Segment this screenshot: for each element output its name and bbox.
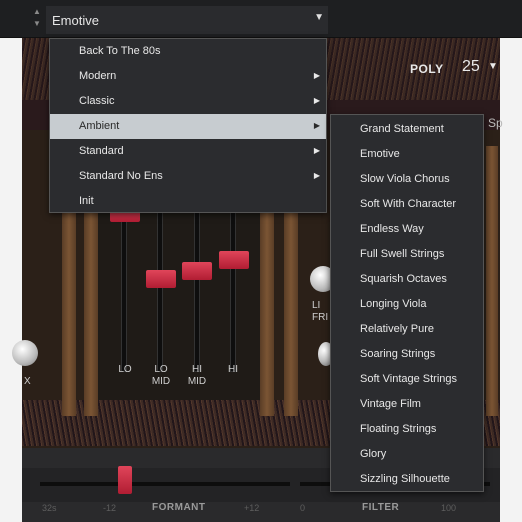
submenu-item[interactable]: Soaring Strings <box>331 341 483 366</box>
submenu-item-label: Glory <box>360 448 387 460</box>
submenu-item[interactable]: Endless Way <box>331 216 483 241</box>
submenu-item-label: Longing Viola <box>360 298 427 310</box>
left-margin <box>0 0 22 522</box>
menu-item-init[interactable]: Init <box>50 189 326 214</box>
menu-item-ambient[interactable]: Ambient ▶ <box>50 114 326 139</box>
eq-thumb-himid[interactable] <box>182 262 212 280</box>
submenu-item[interactable]: Soft With Character <box>331 191 483 216</box>
knob-right-label: LI FRI <box>312 300 329 323</box>
submenu-item[interactable]: Slow Viola Chorus <box>331 166 483 191</box>
chevron-right-icon: ▶ <box>313 71 320 80</box>
preset-name: Emotive <box>52 13 99 28</box>
eq-band-label: LO MID <box>151 364 171 387</box>
submenu-item-label: Vintage Film <box>360 398 421 410</box>
submenu-item[interactable]: Vintage Film <box>331 391 483 416</box>
formant-slider-thumb[interactable] <box>118 466 132 494</box>
submenu-item-label: Soaring Strings <box>360 348 436 360</box>
menu-item-back-to-the-80s[interactable]: Back To The 80s <box>50 39 326 64</box>
menu-item-classic[interactable]: Classic ▶ <box>50 89 326 114</box>
preset-stepper[interactable]: ▲ ▼ <box>30 6 44 32</box>
submenu-item-label: Relatively Pure <box>360 323 434 335</box>
tick-label: 32s <box>42 503 57 513</box>
submenu-item-label: Sizzling Silhouette <box>360 473 450 485</box>
side-tab-label[interactable]: Sp <box>488 116 503 130</box>
menu-item-standard-no-ens[interactable]: Standard No Ens ▶ <box>50 164 326 189</box>
submenu-item-label: Squarish Octaves <box>360 273 447 285</box>
menu-item-label: Standard <box>79 145 124 157</box>
submenu-item[interactable]: Grand Statement <box>331 116 483 141</box>
eq-thumb-lomid[interactable] <box>146 270 176 288</box>
eq-band-label: HI MID <box>187 364 207 387</box>
eq-band-label: LO <box>118 364 132 375</box>
submenu-item[interactable]: Relatively Pure <box>331 316 483 341</box>
voice-count[interactable]: 25 <box>462 58 480 76</box>
knob-left-label: X <box>24 376 31 387</box>
submenu-item-label: Slow Viola Chorus <box>360 173 450 185</box>
submenu-item[interactable]: Floating Strings <box>331 416 483 441</box>
chevron-right-icon: ▶ <box>313 121 320 130</box>
chevron-right-icon: ▶ <box>313 96 320 105</box>
wood-divider <box>84 212 98 416</box>
menu-item-standard[interactable]: Standard ▶ <box>50 139 326 164</box>
preset-bar: ▲ ▼ Emotive ▼ <box>0 0 522 38</box>
menu-item-modern[interactable]: Modern ▶ <box>50 64 326 89</box>
submenu-item-label: Soft With Character <box>360 198 456 210</box>
formant-slider-track[interactable] <box>40 482 290 486</box>
eq-thumb-hi[interactable] <box>219 251 249 269</box>
submenu-item-label: Soft Vintage Strings <box>360 373 458 385</box>
caret-down-icon: ▼ <box>314 12 324 23</box>
menu-item-label: Modern <box>79 70 117 82</box>
wood-divider <box>260 212 274 416</box>
submenu-item[interactable]: Squarish Octaves <box>331 266 483 291</box>
menu-item-label: Ambient <box>79 120 120 132</box>
menu-item-label: Classic <box>79 95 115 107</box>
tick-label: 0 <box>300 503 306 513</box>
category-menu: Back To The 80s Modern ▶ Classic ▶ Ambie… <box>49 38 327 213</box>
menu-item-label: Back To The 80s <box>79 45 161 57</box>
formant-label: FORMANT <box>152 502 206 513</box>
submenu-item[interactable]: Longing Viola <box>331 291 483 316</box>
wood-divider <box>62 212 76 416</box>
submenu-item[interactable]: Glory <box>331 441 483 466</box>
submenu-item[interactable]: Full Swell Strings <box>331 241 483 266</box>
submenu-item-label: Endless Way <box>360 223 424 235</box>
wood-divider <box>486 146 498 416</box>
preset-selector[interactable]: Emotive ▼ <box>46 6 328 34</box>
submenu-item-label: Emotive <box>360 148 400 160</box>
voice-mode-label[interactable]: POLY <box>410 62 444 76</box>
filter-label: FILTER <box>362 502 400 513</box>
submenu-item[interactable]: Soft Vintage Strings <box>331 366 483 391</box>
menu-item-label: Standard No Ens <box>79 170 163 182</box>
chevron-right-icon: ▶ <box>313 171 320 180</box>
submenu-item-label: Floating Strings <box>360 423 437 435</box>
tick-label: +12 <box>244 503 260 513</box>
right-margin <box>500 0 522 522</box>
knob-left[interactable] <box>12 340 38 366</box>
eq-track-lo[interactable] <box>121 212 127 372</box>
eq-track-lomid[interactable] <box>157 212 163 372</box>
chevron-right-icon: ▶ <box>313 146 320 155</box>
wood-divider <box>284 212 298 416</box>
submenu-item-label: Full Swell Strings <box>360 248 445 260</box>
submenu-item[interactable]: Emotive <box>331 141 483 166</box>
tick-label: -12 <box>103 503 117 513</box>
caret-down-icon[interactable]: ▼ <box>488 61 498 72</box>
submenu-item[interactable]: Sizzling Silhouette <box>331 466 483 491</box>
eq-band-label: HI <box>228 364 238 375</box>
eq-track-hi[interactable] <box>230 212 236 372</box>
down-arrow-icon[interactable]: ▼ <box>30 18 44 30</box>
tick-label: 100 <box>441 503 457 513</box>
submenu-item-label: Grand Statement <box>360 123 444 135</box>
up-arrow-icon[interactable]: ▲ <box>30 6 44 18</box>
eq-track-himid[interactable] <box>194 212 200 372</box>
menu-item-label: Init <box>79 195 94 207</box>
ambient-submenu: Grand Statement Emotive Slow Viola Choru… <box>330 114 484 492</box>
